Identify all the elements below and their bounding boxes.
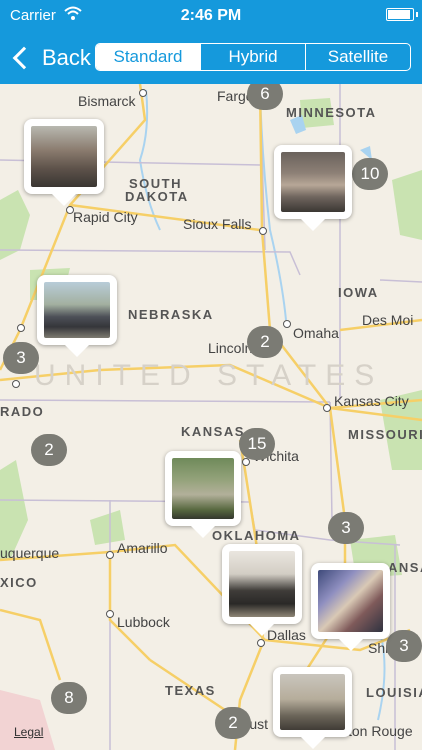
chevron-left-icon: [12, 46, 36, 70]
back-label: Back: [42, 45, 91, 70]
camera-cluster[interactable]: 3: [328, 512, 364, 544]
camera-pin-dallas-office[interactable]: [222, 544, 302, 636]
state-label-arkansas: ANSA: [388, 560, 422, 575]
clock: 2:46 PM: [180, 7, 242, 24]
city-dot: [323, 404, 331, 412]
state-label-minnesota: MINNESOTA: [286, 105, 377, 120]
camera-thumbnail: [281, 152, 345, 212]
country-label: UNITED STATES: [34, 359, 384, 392]
state-label-oklahoma: OKLAHOMA: [212, 528, 301, 543]
map-view[interactable]: UNITED STATES MINNESOTA SOUTH DAKOTA IOW…: [0, 84, 422, 750]
city-dot: [106, 551, 114, 559]
camera-pin-shreveport[interactable]: [311, 563, 390, 651]
city-label-rapid-city: Rapid City: [73, 209, 138, 225]
state-label-nebraska: NEBRASKA: [128, 307, 214, 322]
back-button[interactable]: Back: [10, 41, 91, 75]
city-dot: [283, 320, 291, 328]
camera-thumbnail: [229, 551, 295, 617]
camera-pin-oklahoma[interactable]: [165, 451, 241, 538]
city-label-amarillo: Amarillo: [117, 540, 168, 556]
state-label-louisiana: LOUISIAN: [366, 685, 422, 700]
city-label-lubbock: Lubbock: [117, 614, 170, 630]
city-label-bismarck: Bismarck: [78, 93, 136, 109]
camera-thumbnail: [172, 458, 234, 519]
legal-link[interactable]: Legal: [14, 725, 43, 739]
city-dot: [106, 610, 114, 618]
city-dot: [139, 89, 147, 97]
city-dot: [242, 458, 250, 466]
city-label-kansas-city: Kansas City: [334, 393, 409, 409]
state-label-kansas: KANSAS: [181, 424, 245, 439]
city-label-des-moines: Des Moi: [362, 312, 414, 328]
camera-cluster[interactable]: 2: [31, 434, 67, 466]
camera-cluster[interactable]: 3: [386, 630, 422, 662]
city-dot: [257, 639, 265, 647]
camera-thumbnail: [280, 674, 345, 730]
camera-pin-minnesota[interactable]: [274, 145, 352, 231]
city-label-lincoln: Lincoln: [208, 340, 253, 356]
camera-cluster[interactable]: 3: [3, 342, 39, 374]
segment-satellite[interactable]: Satellite: [305, 44, 410, 70]
state-label-dakota: DAKOTA: [125, 189, 189, 204]
camera-cluster[interactable]: 10: [352, 158, 388, 190]
state-label-iowa: IOWA: [338, 285, 379, 300]
city-dot: [12, 380, 20, 388]
city-label-omaha: Omaha: [293, 325, 339, 341]
segment-standard[interactable]: Standard: [96, 44, 200, 70]
city-dot: [259, 227, 267, 235]
camera-pin-austin[interactable]: [273, 667, 352, 749]
city-label-baton-rouge: ton Rouge: [348, 723, 413, 739]
map-type-segmented-control: Standard Hybrid Satellite: [95, 43, 411, 71]
camera-thumbnail: [31, 126, 97, 187]
state-label-new-mexico: XICO: [0, 575, 38, 590]
status-bar: Carrier 2:46 PM: [0, 0, 422, 33]
city-label-sioux-falls: Sioux Falls: [183, 216, 252, 232]
battery-icon: [386, 8, 418, 21]
camera-thumbnail: [44, 282, 110, 338]
camera-cluster[interactable]: 2: [215, 707, 251, 739]
camera-cluster[interactable]: 8: [51, 682, 87, 714]
segment-hybrid[interactable]: Hybrid: [200, 44, 305, 70]
city-dot: [17, 324, 25, 332]
camera-cluster[interactable]: 2: [247, 326, 283, 358]
state-label-missouri: MISSOURI: [348, 427, 422, 442]
camera-cluster[interactable]: 15: [239, 428, 275, 460]
camera-pin-rapid-city[interactable]: [24, 119, 104, 206]
navigation-bar: Back Standard Hybrid Satellite: [0, 33, 422, 84]
city-label-albuquerque: uquerque: [0, 545, 60, 561]
camera-pin-nebraska[interactable]: [37, 275, 117, 357]
camera-thumbnail: [318, 570, 383, 632]
state-label-colorado: RADO: [0, 404, 45, 419]
state-label-texas: TEXAS: [165, 683, 216, 698]
